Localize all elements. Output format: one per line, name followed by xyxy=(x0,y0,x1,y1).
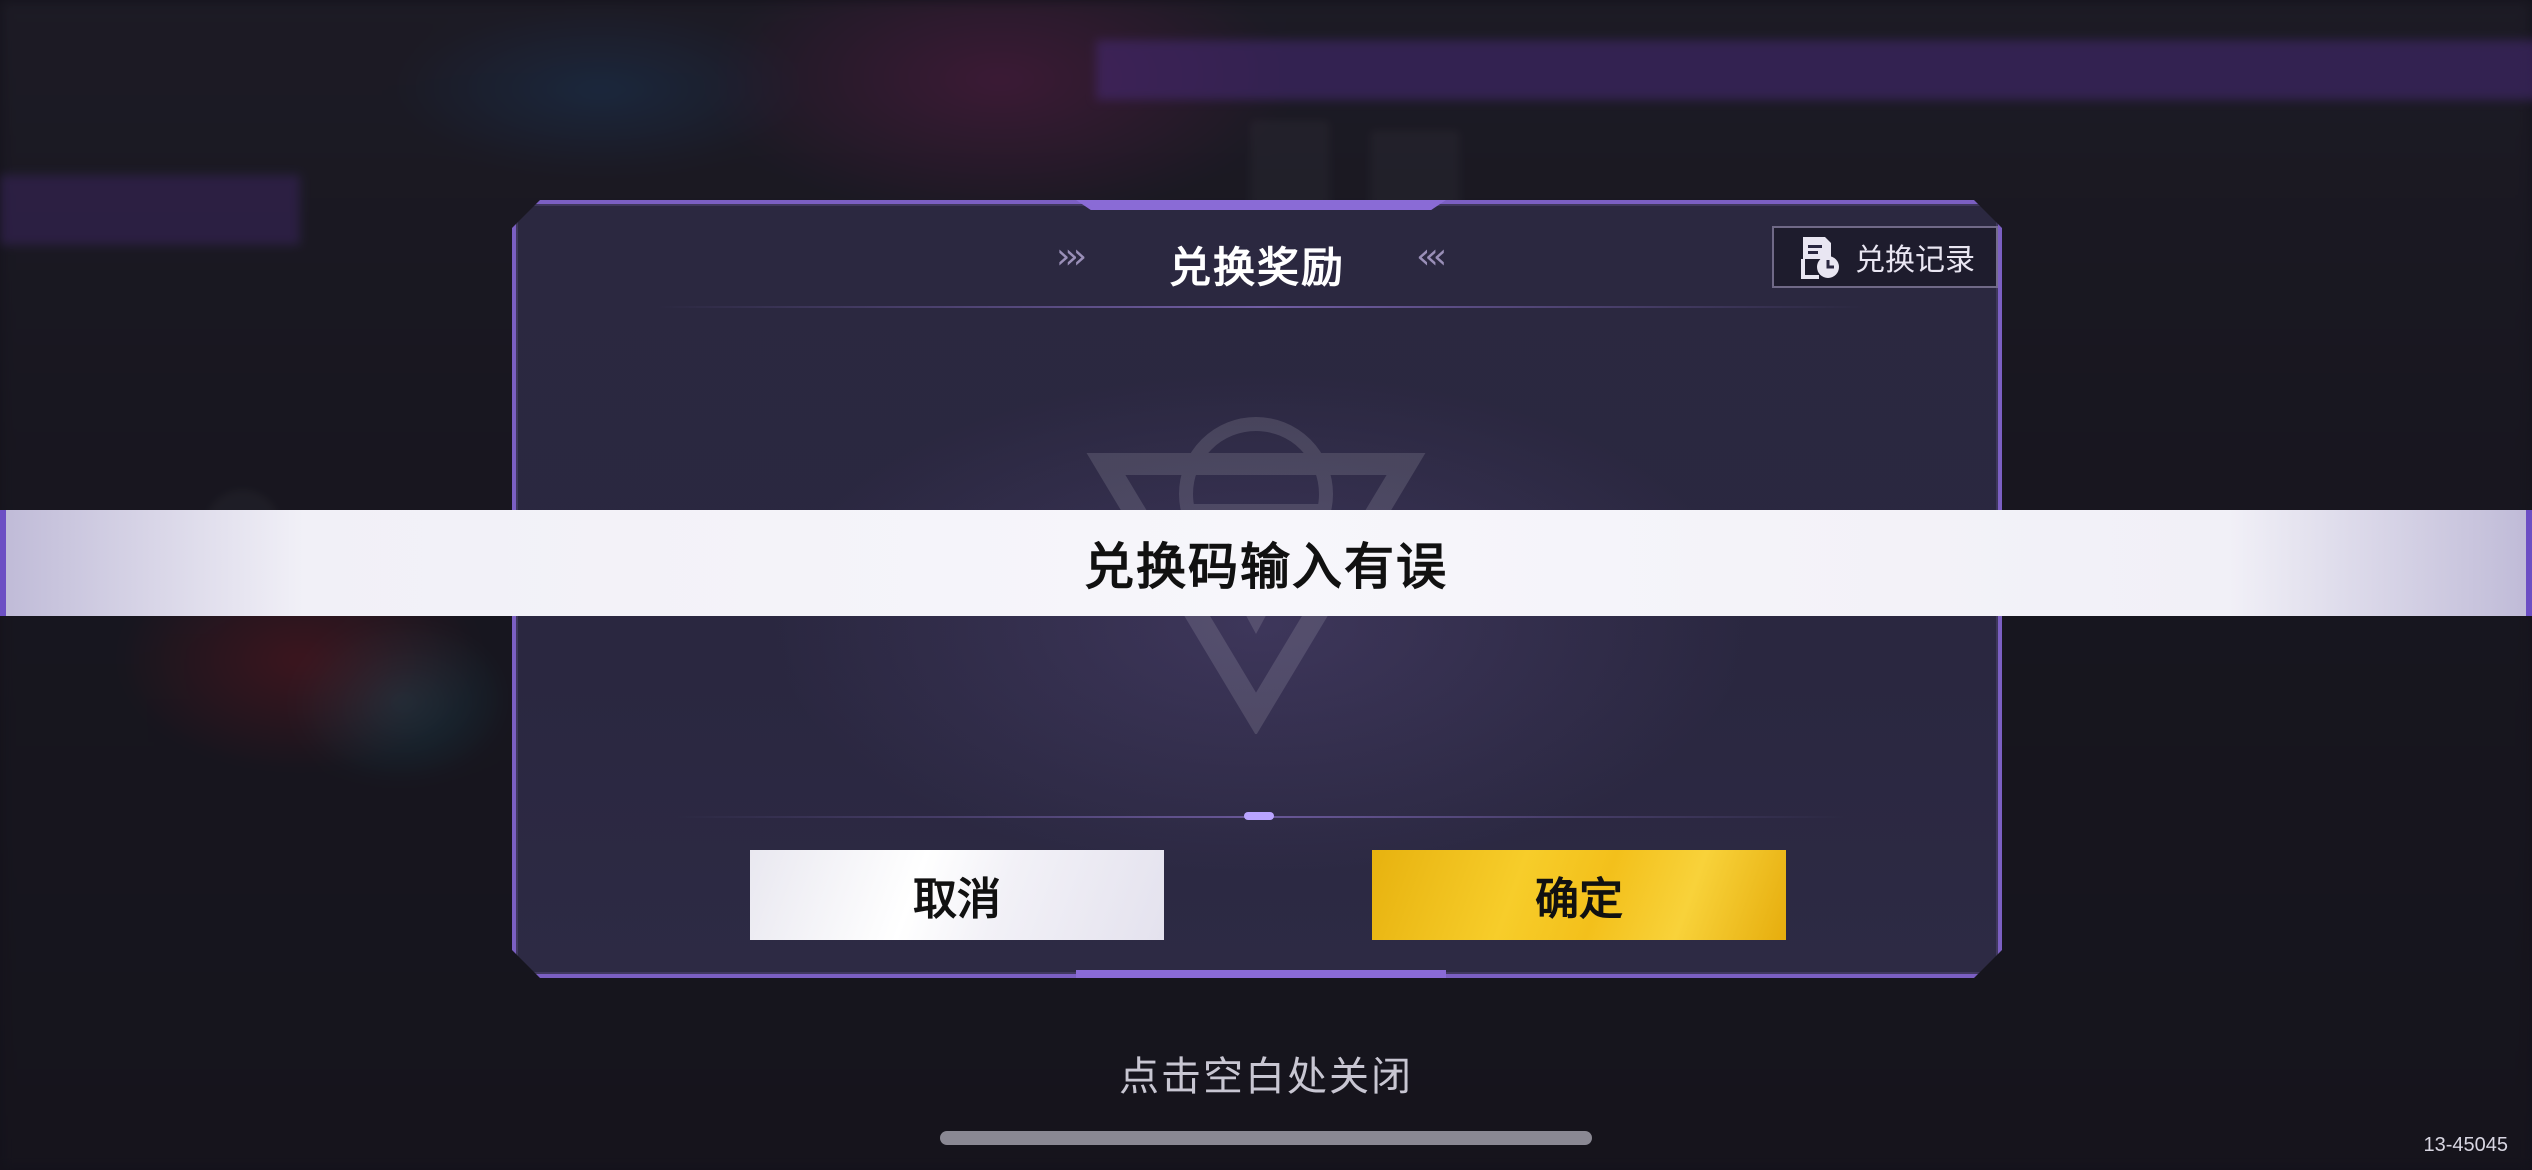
redeem-history-label: 兑换记录 xyxy=(1855,243,1975,278)
dialog-top-accent xyxy=(1076,200,1446,210)
divider xyxy=(656,306,1866,308)
confirm-button[interactable]: 确定 xyxy=(1372,850,1786,940)
toast-message: 兑换码输入有误 xyxy=(1084,538,1448,596)
build-id: 13-45045 xyxy=(2423,1134,2508,1156)
title-chevrons-right: ‹‹‹ xyxy=(1416,236,1442,277)
document-clock-icon xyxy=(1795,233,1843,281)
cancel-button[interactable]: 取消 xyxy=(750,850,1164,940)
error-toast: 兑换码输入有误 xyxy=(0,510,2532,616)
home-indicator[interactable] xyxy=(940,1131,1592,1145)
redeem-history-button[interactable]: 兑换记录 xyxy=(1772,226,1998,288)
close-hint: 点击空白处关闭 xyxy=(1119,1054,1413,1100)
divider-dot xyxy=(1244,812,1274,820)
app-screen[interactable]: ››› 兑换奖励 ‹‹‹ 兑换记录 取消 确定 兑换码输入有误 点击空白处关闭 … xyxy=(0,0,2532,1170)
dialog-bottom-accent xyxy=(1076,970,1446,978)
